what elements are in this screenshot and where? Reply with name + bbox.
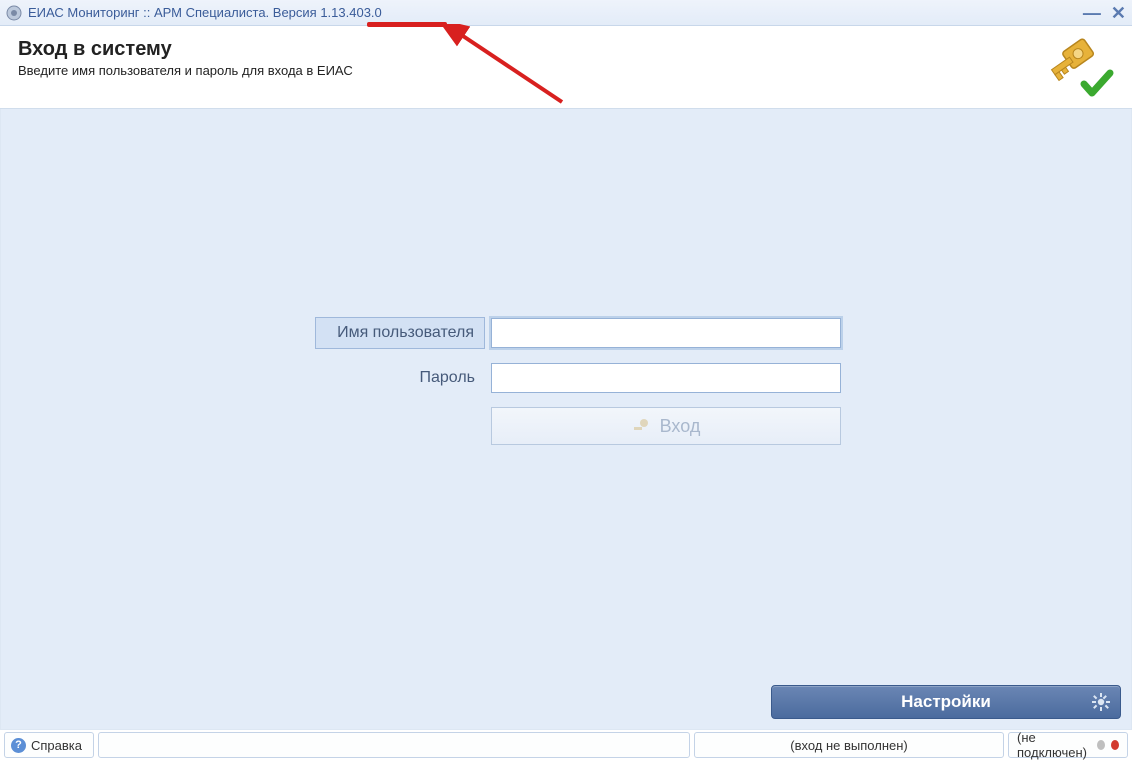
gear-icon xyxy=(1092,693,1110,711)
help-button[interactable]: ? Справка xyxy=(4,732,94,758)
close-button[interactable]: ✕ xyxy=(1111,4,1126,22)
help-label: Справка xyxy=(31,738,82,753)
login-button-label: Вход xyxy=(660,416,701,437)
login-button[interactable]: Вход xyxy=(491,407,841,445)
status-dot-grey-icon xyxy=(1097,740,1105,750)
password-input[interactable] xyxy=(491,363,841,393)
key-icon xyxy=(632,417,650,435)
username-label: Имя пользователя xyxy=(315,317,485,349)
titlebar: ЕИАС Мониторинг :: АРМ Специалиста. Верс… xyxy=(0,0,1132,26)
status-dot-red-icon xyxy=(1111,740,1119,750)
annotation-underline xyxy=(367,22,447,27)
connection-status-label: (не подключен) xyxy=(1017,730,1091,760)
username-input[interactable] xyxy=(491,318,841,348)
main-body: Имя пользователя Пароль Вход Настройки xyxy=(0,109,1132,730)
help-icon: ? xyxy=(11,738,26,753)
key-check-icon xyxy=(1050,38,1114,98)
header-panel: Вход в систему Введите имя пользователя … xyxy=(0,26,1132,109)
password-label: Пароль xyxy=(315,369,485,387)
connection-status: (не подключен) xyxy=(1008,732,1128,758)
page-title: Вход в систему xyxy=(18,38,353,61)
login-status: (вход не выполнен) xyxy=(694,732,1004,758)
statusbar: ? Справка (вход не выполнен) (не подключ… xyxy=(0,730,1132,760)
settings-button[interactable]: Настройки xyxy=(771,685,1121,719)
status-spacer xyxy=(98,732,690,758)
settings-button-label: Настройки xyxy=(901,692,991,712)
app-icon xyxy=(6,5,22,21)
minimize-button[interactable]: — xyxy=(1083,4,1101,22)
window-title: ЕИАС Мониторинг :: АРМ Специалиста. Верс… xyxy=(28,5,382,20)
login-form: Имя пользователя Пароль Вход xyxy=(315,317,841,445)
page-subtitle: Введите имя пользователя и пароль для вх… xyxy=(18,63,353,78)
